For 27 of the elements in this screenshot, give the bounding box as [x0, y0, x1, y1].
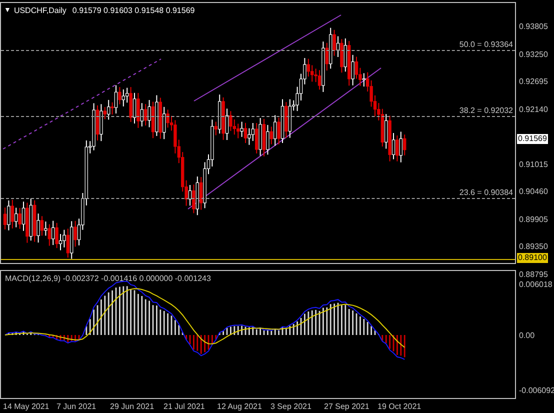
price-tick-label: 0.88795: [519, 270, 548, 280]
current-price-label: 0.91569: [517, 134, 548, 144]
fibonacci-level-label: 38.2 = 0.92032: [459, 106, 514, 116]
macd-label: MACD(12,26,9) -0.002372 -0.001416 0.000000 -0.001243: [5, 274, 211, 284]
level-price-label: 0.89100: [517, 253, 548, 263]
macd-tick-label: 0.00: [519, 331, 535, 341]
price-tick-label: 0.90460: [519, 187, 548, 197]
date-tick-label: 14 May 2021: [3, 402, 50, 412]
price-tick-label: 0.93250: [519, 50, 548, 60]
ohlc-values: 0.91579 0.91603 0.91548 0.91569: [72, 5, 195, 17]
price-tick-label: 0.91015: [519, 160, 548, 170]
chart-title: USDCHF,Daily: [14, 5, 66, 17]
price-tick-label: 0.89350: [519, 242, 548, 252]
date-tick-label: 21 Jul 2021: [164, 402, 205, 412]
price-tick-label: 0.92695: [519, 77, 548, 87]
date-tick-label: 19 Oct 2021: [378, 402, 422, 412]
macd-tick-label: 0.006018: [519, 280, 552, 290]
price-tick-label: 0.89905: [519, 214, 548, 224]
date-tick-label: 7 Jun 2021: [56, 402, 96, 412]
date-tick-label: 12 Aug 2021: [217, 402, 262, 412]
date-tick-label: 27 Sep 2021: [324, 402, 370, 412]
fibonacci-level-label: 23.6 = 0.90384: [459, 188, 514, 198]
fibonacci-level-label: 50.0 = 0.93364: [459, 40, 514, 50]
date-tick-label: 3 Sep 2021: [270, 402, 312, 412]
price-tick-label: 0.92140: [519, 104, 548, 114]
date-tick-label: 29 Jun 2021: [110, 402, 154, 412]
price-tick-label: 0.93805: [519, 22, 548, 32]
